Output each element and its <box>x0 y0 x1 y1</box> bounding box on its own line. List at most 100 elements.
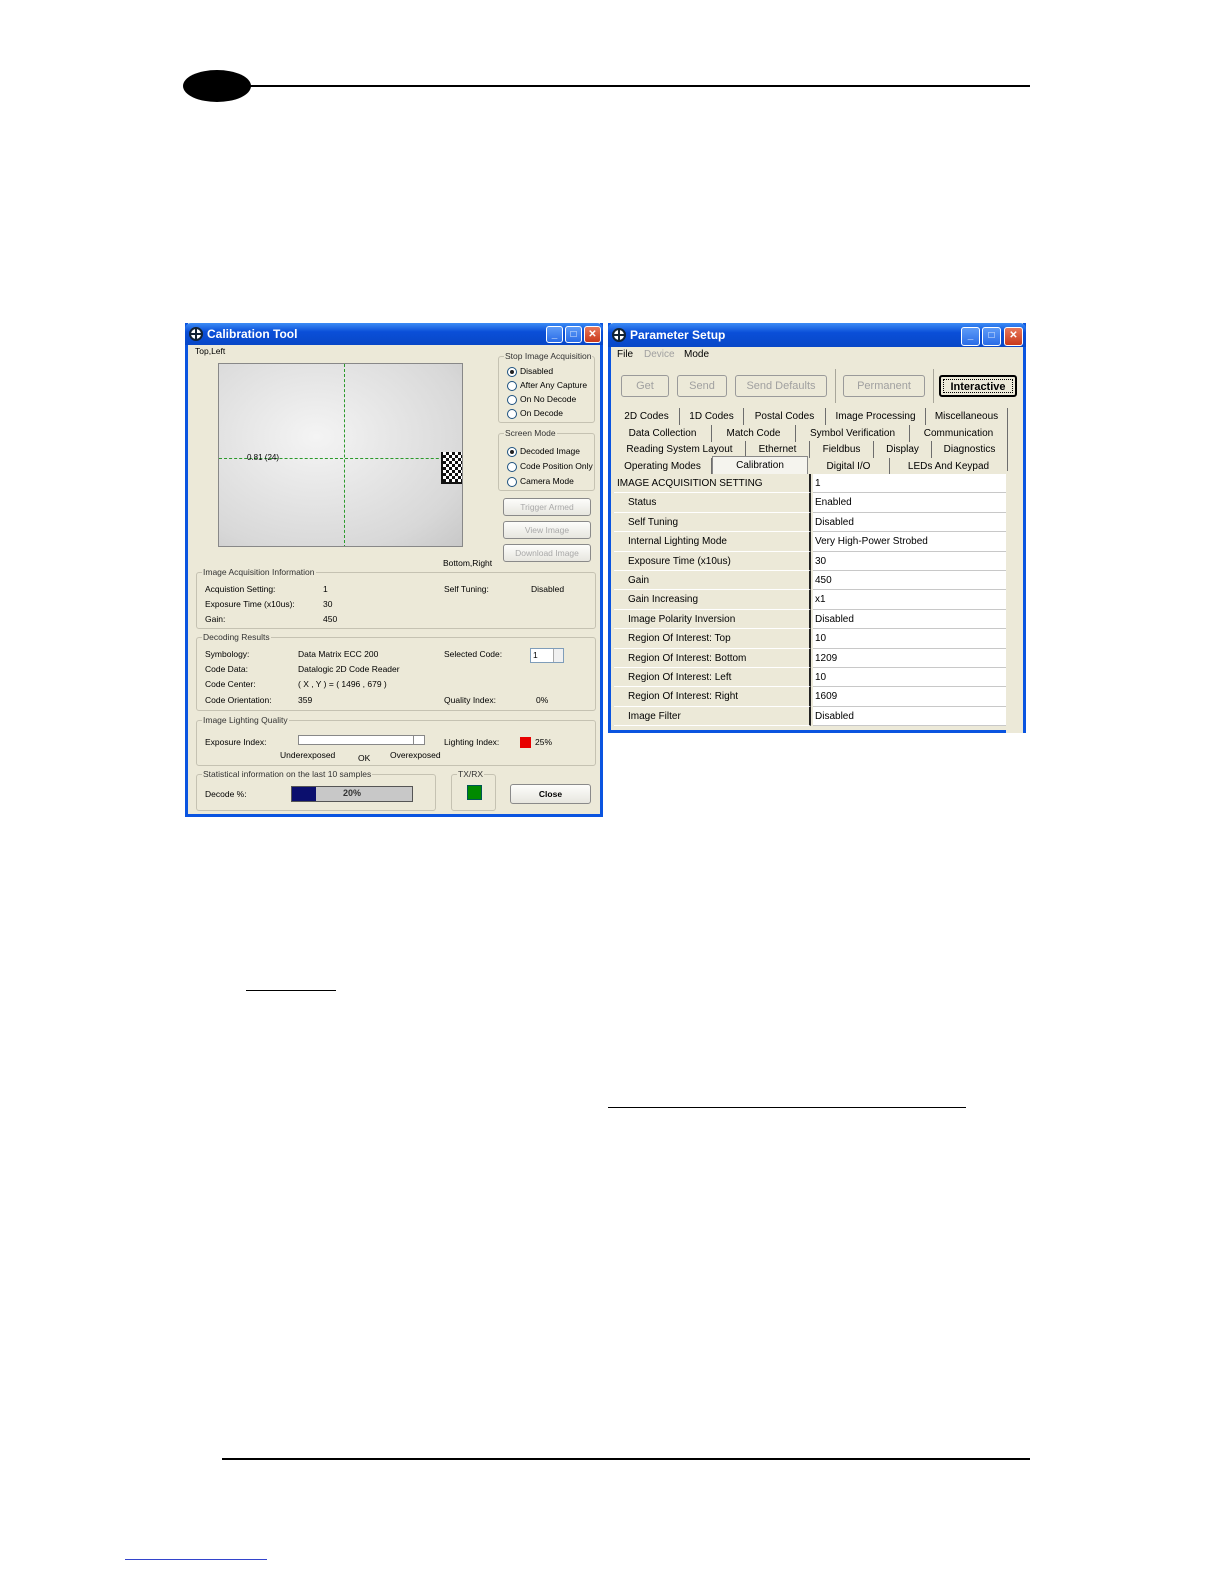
grid-row[interactable]: Gain 450 <box>614 571 1009 591</box>
screen-mode-group: Screen Mode Decoded Image Code Position … <box>498 428 595 491</box>
grid-row[interactable]: IMAGE ACQUISITION SETTING 1 <box>614 474 1009 494</box>
grid-row[interactable]: Internal Lighting Mode Very High-Power St… <box>614 532 1009 552</box>
trigger-armed-button[interactable]: Trigger Armed <box>503 498 591 516</box>
menu-device[interactable]: Device <box>644 347 675 363</box>
grid-row[interactable]: Region Of Interest: Bottom 1209 <box>614 648 1009 668</box>
tab-digital-io[interactable]: Digital I/O <box>808 458 890 475</box>
tab-operating-modes[interactable]: Operating Modes <box>614 458 712 475</box>
grid-key: Status <box>614 493 811 513</box>
tab-diagnostics[interactable]: Diagnostics <box>932 441 1008 458</box>
radio-after-any-capture[interactable]: After Any Capture <box>507 380 587 391</box>
calibration-tool-window: Calibration Tool _ □ ✕ Top,Left 0.81 (24… <box>185 323 603 817</box>
grid-row[interactable]: Gain Increasing x1 <box>614 590 1009 610</box>
selected-code-stepper[interactable]: 1 <box>530 648 564 663</box>
crosshair-vertical <box>344 364 345 546</box>
acquisition-setting-value: 1 <box>323 584 328 594</box>
tab-communication[interactable]: Communication <box>910 425 1008 442</box>
interactive-button[interactable]: Interactive <box>939 375 1017 397</box>
tab-symbol-verification[interactable]: Symbol Verification <box>796 425 910 442</box>
tab-display[interactable]: Display <box>874 441 932 458</box>
grid-key: Exposure Time (x10us) <box>614 551 811 571</box>
grid-row[interactable]: Region Of Interest: Right 1609 <box>614 687 1009 707</box>
grid-value[interactable]: 10 <box>813 668 1009 688</box>
tab-row-1: 2D Codes 1D Codes Postal Codes Image Pro… <box>614 408 1008 425</box>
tab-data-collection[interactable]: Data Collection <box>614 425 712 442</box>
quality-index-value: 0% <box>536 695 549 705</box>
tab-leds-and-keypad[interactable]: LEDs And Keypad <box>890 458 1008 475</box>
lighting-index-value: 25% <box>535 737 553 747</box>
grid-row[interactable]: Self Tuning Disabled <box>614 512 1009 533</box>
grid-value[interactable]: 1609 <box>813 687 1009 707</box>
grid-row[interactable]: Exposure Time (x10us) 30 <box>614 551 1009 571</box>
tab-fieldbus[interactable]: Fieldbus <box>810 441 874 458</box>
grid-row[interactable]: Image Filter Disabled <box>614 706 1009 727</box>
footer-link-underline <box>125 1559 267 1560</box>
grid-row[interactable]: Status Enabled <box>614 493 1009 513</box>
send-button[interactable]: Send <box>677 375 727 397</box>
radio-on-no-decode[interactable]: On No Decode <box>507 394 576 405</box>
tab-postal-codes[interactable]: Postal Codes <box>744 408 826 425</box>
window-title: Calibration Tool <box>207 327 298 341</box>
grid-value[interactable]: Very High-Power Strobed <box>813 532 1009 552</box>
radio-code-position-only[interactable]: Code Position Only <box>507 461 593 472</box>
toolbar: Get Send Send Defaults Permanent Interac… <box>611 367 1023 405</box>
txrx-indicator <box>467 785 482 800</box>
grid-value[interactable]: 1 <box>813 474 1009 494</box>
grid-key: Image Filter <box>614 706 811 727</box>
maximize-icon[interactable]: □ <box>565 326 582 343</box>
permanent-button[interactable]: Permanent <box>843 375 925 397</box>
tab-2d-codes[interactable]: 2D Codes <box>614 408 680 425</box>
grid-value[interactable]: 1209 <box>813 648 1009 668</box>
grid-value[interactable]: x1 <box>813 590 1009 610</box>
minimize-icon[interactable]: _ <box>961 327 980 346</box>
maximize-icon[interactable]: □ <box>982 327 1001 346</box>
exposure-index-marker <box>413 735 425 745</box>
grid-row[interactable]: Region Of Interest: Top 10 <box>614 629 1009 649</box>
menu-mode[interactable]: Mode <box>684 347 709 363</box>
close-icon[interactable]: ✕ <box>584 326 601 343</box>
vertical-scrollbar[interactable] <box>1006 471 1023 733</box>
app-icon <box>189 327 203 341</box>
decode-progress-bar: 20% <box>291 786 413 802</box>
close-icon[interactable]: ✕ <box>1004 327 1023 346</box>
calibration-tool-titlebar[interactable]: Calibration Tool _ □ ✕ <box>185 323 603 345</box>
parameter-setup-window: Parameter Setup _ □ ✕ File Device Mode G… <box>608 323 1026 733</box>
grid-value[interactable]: Enabled <box>813 493 1009 513</box>
grid-row[interactable]: Region Of Interest: Left 10 <box>614 668 1009 688</box>
parameter-setup-titlebar[interactable]: Parameter Setup _ □ ✕ <box>608 323 1026 347</box>
radio-decoded-image[interactable]: Decoded Image <box>507 446 580 457</box>
footer-rule <box>222 1458 1030 1460</box>
radio-camera-mode[interactable]: Camera Mode <box>507 476 574 487</box>
exposure-time-value: 30 <box>323 599 333 609</box>
grid-key: Internal Lighting Mode <box>614 532 811 552</box>
close-button[interactable]: Close <box>510 784 591 804</box>
grid-value[interactable]: Disabled <box>813 512 1009 533</box>
grid-value[interactable]: Disabled <box>813 609 1009 630</box>
radio-on-decode[interactable]: On Decode <box>507 408 563 419</box>
grid-row[interactable]: Image Polarity Inversion Disabled <box>614 609 1009 630</box>
grid-value[interactable]: 450 <box>813 571 1009 591</box>
tab-row-4: Operating Modes Calibration Digital I/O … <box>614 456 1008 475</box>
grid-value[interactable]: Disabled <box>813 706 1009 727</box>
minimize-icon[interactable]: _ <box>546 326 563 343</box>
tab-calibration[interactable]: Calibration <box>712 456 808 475</box>
grid-value[interactable]: 30 <box>813 551 1009 571</box>
crosshair-label: 0.81 (24) <box>247 453 280 462</box>
download-image-button[interactable]: Download Image <box>503 544 591 562</box>
menu-bar: File Device Mode <box>611 347 1023 363</box>
menu-file[interactable]: File <box>617 347 633 363</box>
tab-1d-codes[interactable]: 1D Codes <box>680 408 744 425</box>
stop-image-acquisition-group: Stop Image Acquisition Disabled After An… <box>498 351 595 423</box>
grid-value[interactable]: 10 <box>813 629 1009 649</box>
view-image-button[interactable]: View Image <box>503 521 591 539</box>
tab-match-code[interactable]: Match Code <box>712 425 796 442</box>
tab-image-processing[interactable]: Image Processing <box>826 408 926 425</box>
send-defaults-button[interactable]: Send Defaults <box>735 375 827 397</box>
get-button[interactable]: Get <box>621 375 669 397</box>
underline-decoration <box>608 1107 966 1108</box>
image-viewer[interactable]: 0.81 (24) <box>218 363 463 547</box>
top-left-label: Top,Left <box>195 346 226 356</box>
tab-miscellaneous[interactable]: Miscellaneous <box>926 408 1008 425</box>
grid-key: IMAGE ACQUISITION SETTING <box>614 474 811 494</box>
radio-disabled[interactable]: Disabled <box>507 366 553 377</box>
